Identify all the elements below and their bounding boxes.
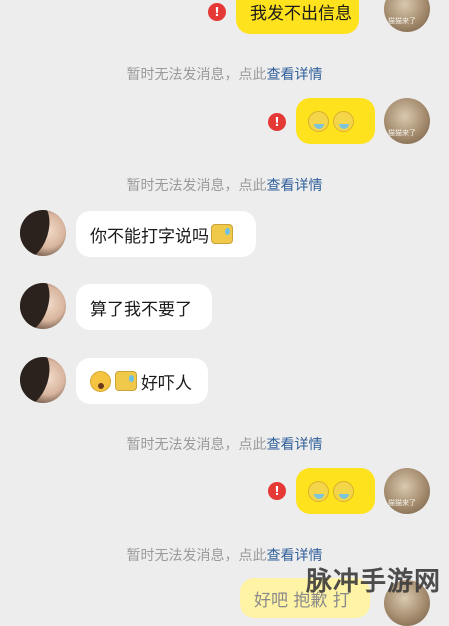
message-bubble-incoming[interactable]: 好吓人 — [76, 358, 208, 404]
send-failed-icon[interactable]: ! — [268, 482, 286, 500]
sick-face-icon — [308, 110, 329, 132]
message-text: 我发不出信息 — [250, 3, 352, 24]
notice-text: 暂时无法发消息，点此 — [126, 178, 267, 194]
message-bubble-incoming[interactable]: 算了我不要了 — [76, 284, 212, 330]
scared-face-icon — [90, 370, 111, 392]
message-bubble-outgoing[interactable]: 我发不出信息 — [236, 0, 359, 34]
send-blocked-notice: 暂时无法发消息，点此查看详情 — [0, 434, 449, 454]
send-failed-icon[interactable]: ! — [208, 3, 226, 21]
avatar-caption: 猫猫来了 — [388, 499, 416, 507]
send-blocked-notice: 暂时无法发消息，点此查看详情 — [0, 175, 449, 195]
message-bubble-outgoing[interactable] — [296, 468, 375, 514]
my-avatar[interactable]: 猫猫来了 — [384, 0, 430, 32]
message-bubble-incoming[interactable]: 你不能打字说吗 — [76, 211, 256, 257]
avatar-caption: 猫猫来了 — [388, 129, 416, 137]
sick-face-icon — [333, 110, 354, 132]
message-text: 算了我不要了 — [90, 299, 192, 320]
sweat-face-icon — [115, 371, 137, 391]
message-bubble-outgoing[interactable] — [296, 98, 375, 144]
message-text: 你不能打字说吗 — [90, 226, 209, 247]
my-avatar[interactable]: 猫猫来了 — [384, 98, 430, 144]
view-details-link[interactable]: 查看详情 — [267, 437, 323, 453]
notice-text: 暂时无法发消息，点此 — [126, 437, 267, 453]
contact-avatar[interactable] — [20, 210, 66, 256]
sick-face-icon — [308, 480, 329, 502]
avatar-caption: 猫猫来了 — [388, 17, 416, 25]
sick-face-icon — [333, 480, 354, 502]
contact-avatar[interactable] — [20, 283, 66, 329]
message-text: 好吓人 — [141, 373, 192, 394]
my-avatar[interactable]: 猫猫来了 — [384, 468, 430, 514]
send-failed-icon[interactable]: ! — [268, 113, 286, 131]
sweat-face-icon — [211, 224, 233, 244]
view-details-link[interactable]: 查看详情 — [267, 67, 323, 83]
contact-avatar[interactable] — [20, 357, 66, 403]
watermark: 脉冲手游网 — [305, 567, 441, 597]
notice-text: 暂时无法发消息，点此 — [126, 67, 267, 83]
view-details-link[interactable]: 查看详情 — [267, 178, 323, 194]
notice-text: 暂时无法发消息，点此 — [126, 548, 267, 564]
send-blocked-notice: 暂时无法发消息，点此查看详情 — [0, 64, 449, 84]
